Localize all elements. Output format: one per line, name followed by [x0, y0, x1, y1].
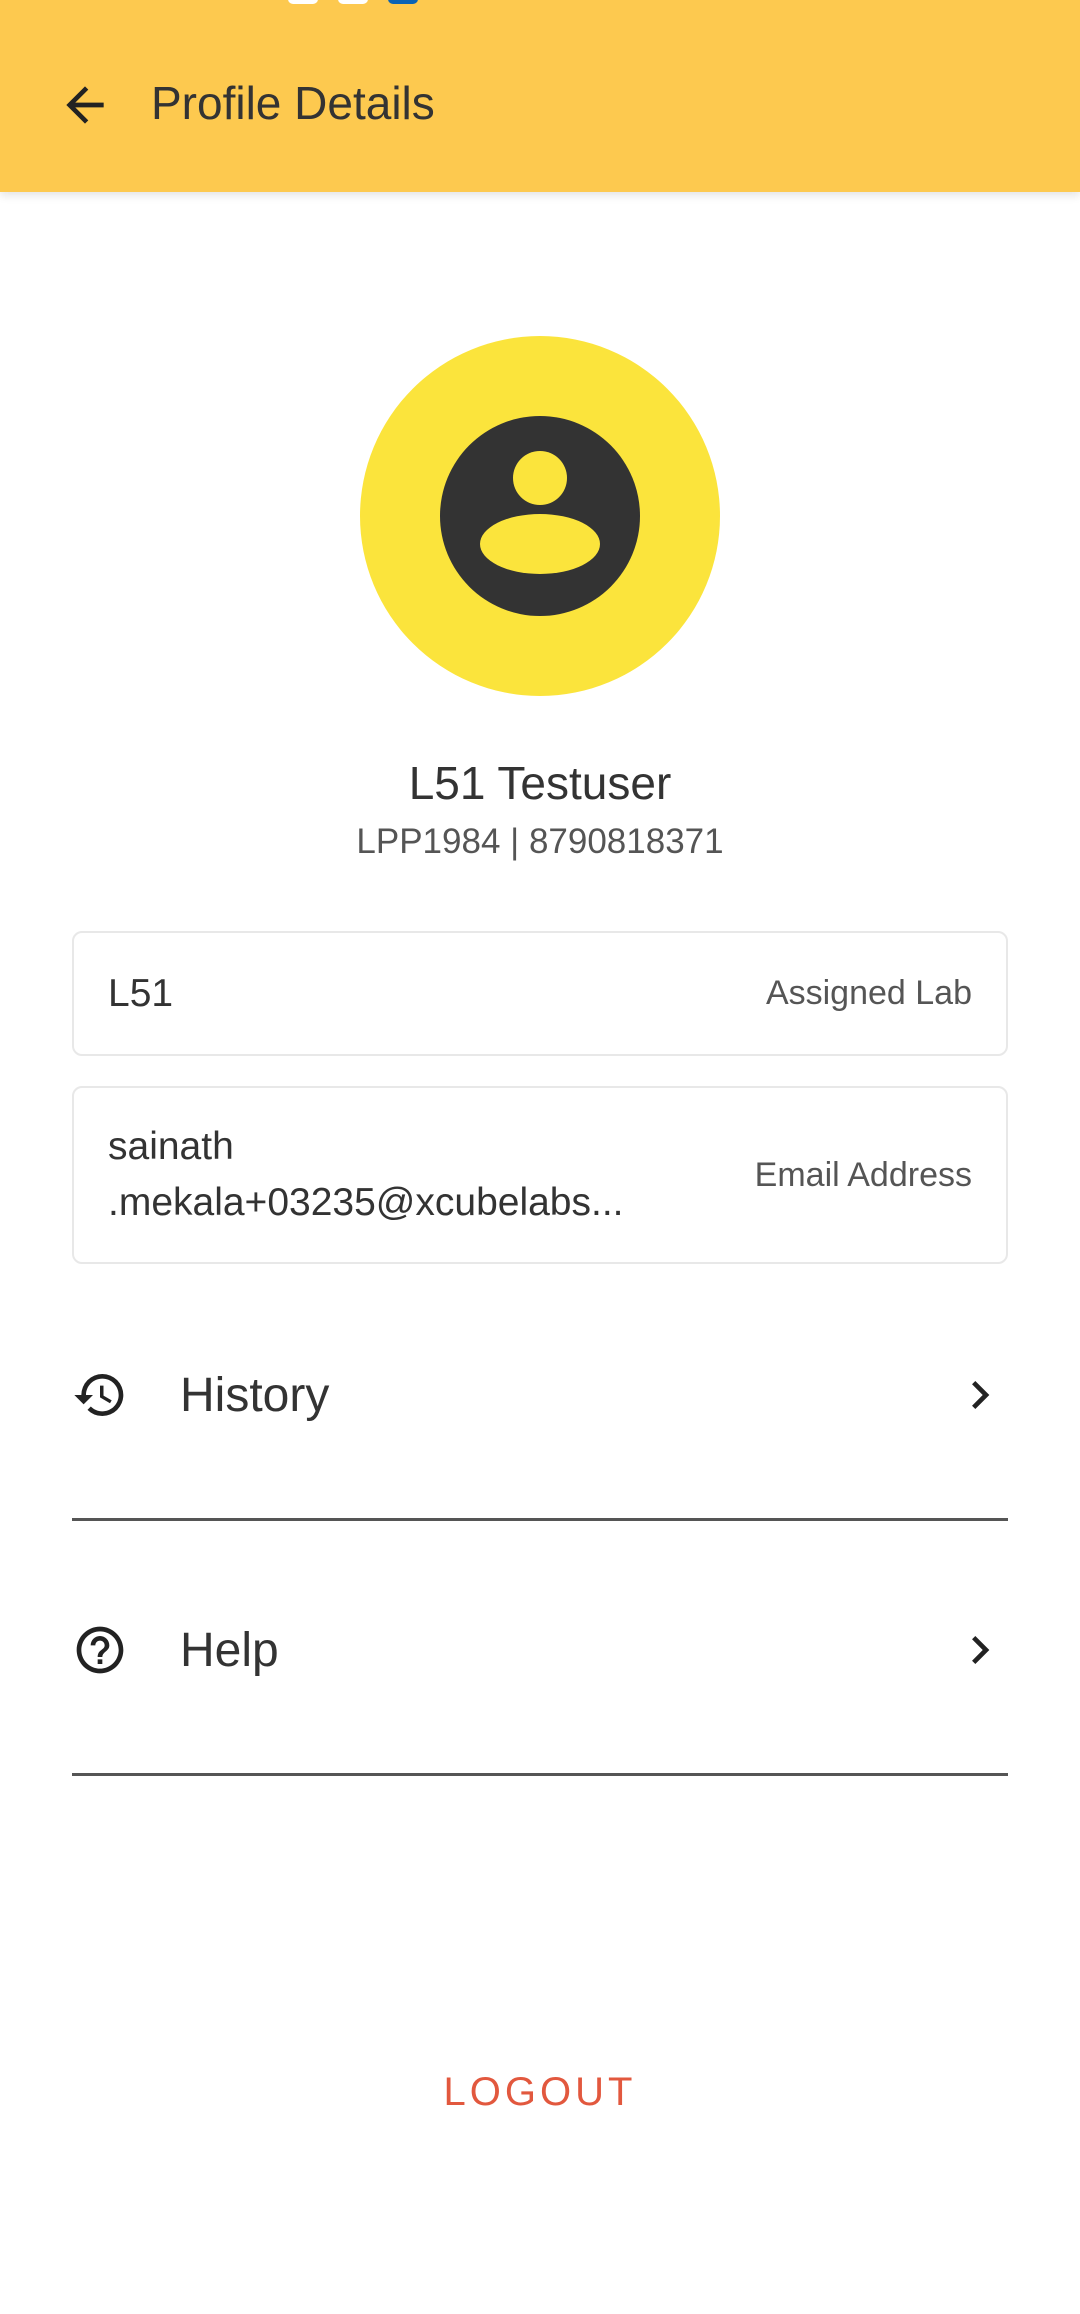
- account-circle-icon: [440, 416, 640, 616]
- email-value: sainath .mekala+03235@xcubelabs...: [108, 1119, 708, 1231]
- divider: [72, 1518, 1008, 1521]
- back-button[interactable]: [50, 70, 120, 140]
- user-id-phone: LPP1984 | 8790818371: [356, 822, 724, 861]
- status-bar: [0, 0, 1080, 8]
- page-title: Profile Details: [151, 77, 435, 129]
- history-label: History: [180, 1368, 330, 1422]
- email-value-line2: .mekala+03235@xcubelabs...: [108, 1181, 624, 1224]
- divider: [72, 1773, 1008, 1776]
- assigned-lab-field: L51 Assigned Lab: [72, 931, 1008, 1056]
- assigned-lab-label: Assigned Lab: [765, 974, 972, 1012]
- email-value-line1: sainath: [108, 1125, 234, 1168]
- history-icon: [72, 1367, 128, 1423]
- avatar: [360, 336, 720, 696]
- help-label: Help: [180, 1623, 279, 1677]
- app-bar: Profile Details: [0, 0, 1080, 192]
- assigned-lab-value: L51: [108, 971, 174, 1015]
- history-menu-item[interactable]: History: [72, 1320, 1008, 1470]
- notification-icon: [338, 0, 368, 4]
- logout-button[interactable]: LOGOUT: [0, 2070, 1080, 2115]
- help-menu-item[interactable]: Help: [72, 1575, 1008, 1725]
- chevron-right-icon: [952, 1622, 1008, 1678]
- user-name: L51 Testuser: [408, 757, 672, 809]
- notification-icon: [288, 0, 318, 4]
- help-circle-icon: [72, 1622, 128, 1678]
- email-label: Email Address: [754, 1155, 972, 1194]
- chevron-right-icon: [952, 1367, 1008, 1423]
- notification-icon: [388, 0, 418, 4]
- arrow-left-icon: [66, 86, 104, 124]
- email-field: sainath .mekala+03235@xcubelabs... Email…: [72, 1086, 1008, 1264]
